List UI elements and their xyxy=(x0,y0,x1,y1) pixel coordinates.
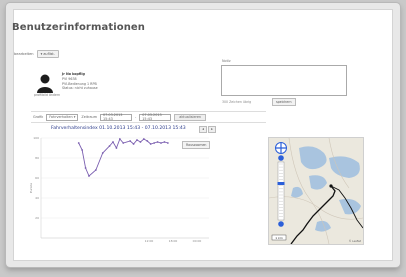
map-attribution: © Leaflet xyxy=(349,239,361,243)
avatar-link[interactable]: profilbild ändern xyxy=(34,93,60,97)
data-point xyxy=(118,138,121,140)
data-point xyxy=(156,141,159,143)
date-to-input[interactable]: 07.03.2013 15:43 xyxy=(139,113,172,121)
data-point xyxy=(146,140,149,142)
map-canvas[interactable]: 1 km © Leaflet xyxy=(269,138,363,244)
data-point xyxy=(112,141,114,143)
data-point xyxy=(149,143,152,145)
edit-row: bearbeiten ▾ auflist. xyxy=(14,50,59,58)
y-tick-label: 40 xyxy=(35,196,39,200)
x-tick-label: 18:00 xyxy=(169,239,178,243)
data-point xyxy=(122,142,125,144)
data-point xyxy=(81,149,84,151)
range-label: Zeitraum xyxy=(81,115,98,119)
data-point xyxy=(84,167,87,169)
user-info: Jr No kopflig PVI 9638 PVI-Bedienung 1 R… xyxy=(62,72,98,91)
data-point xyxy=(142,138,145,140)
notes-textarea[interactable] xyxy=(221,65,347,96)
user-avatar-icon xyxy=(37,74,53,93)
data-point xyxy=(139,141,142,143)
route-map[interactable]: 1 km © Leaflet xyxy=(268,137,364,245)
map-scale-label: 1 km xyxy=(275,236,283,240)
data-point xyxy=(163,141,166,143)
notes-label: Notiz xyxy=(222,59,231,63)
route-start-marker xyxy=(329,184,333,188)
y-tick-label: 100 xyxy=(33,136,39,140)
data-point xyxy=(153,142,156,144)
filter-bar: Grafik Fahrverhalten ▾ Zeitraum 07.03.20… xyxy=(31,111,266,123)
notes-save-button[interactable]: speichern xyxy=(272,98,296,106)
y-tick-label: 60 xyxy=(35,176,39,180)
series-line xyxy=(78,138,168,177)
date-from-input[interactable]: 07.03.2013 15:43 xyxy=(100,113,133,121)
data-point xyxy=(94,169,97,171)
data-point xyxy=(136,139,138,141)
data-point xyxy=(115,147,118,149)
data-point xyxy=(88,175,90,177)
data-point xyxy=(101,152,104,154)
data-point xyxy=(166,142,169,144)
x-tick-label: 00:00 xyxy=(193,239,202,243)
map-zoom-slider[interactable] xyxy=(277,155,285,227)
data-point xyxy=(132,143,135,145)
y-tick-label: 20 xyxy=(35,216,39,220)
data-point xyxy=(108,145,111,147)
data-point xyxy=(77,142,80,144)
data-point xyxy=(129,140,132,142)
y-tick-label: 80 xyxy=(35,156,39,160)
x-tick-label: 12:00 xyxy=(145,239,154,243)
apply-button[interactable]: aktualisieren xyxy=(174,113,207,121)
map-pan-control[interactable] xyxy=(275,142,287,154)
page-title: Benutzerinformationen xyxy=(12,22,146,33)
notes-hint: 300 Zeichen übrig xyxy=(222,100,252,104)
edit-label: bearbeiten xyxy=(14,52,34,56)
line-chart: 100 80 60 40 20 Punkte 12:00 18:00 00:00 xyxy=(29,136,209,243)
graph-type-select[interactable]: Fahrverhalten ▾ xyxy=(46,113,79,121)
user-detail-3: Status: nicht zuhause xyxy=(62,86,98,91)
filter-label: Grafik xyxy=(33,115,44,119)
y-axis-label: Punkte xyxy=(29,183,33,193)
range-dash: - xyxy=(135,115,137,119)
data-point xyxy=(160,142,162,144)
edit-dropdown-button[interactable]: ▾ auflist. xyxy=(36,50,59,58)
